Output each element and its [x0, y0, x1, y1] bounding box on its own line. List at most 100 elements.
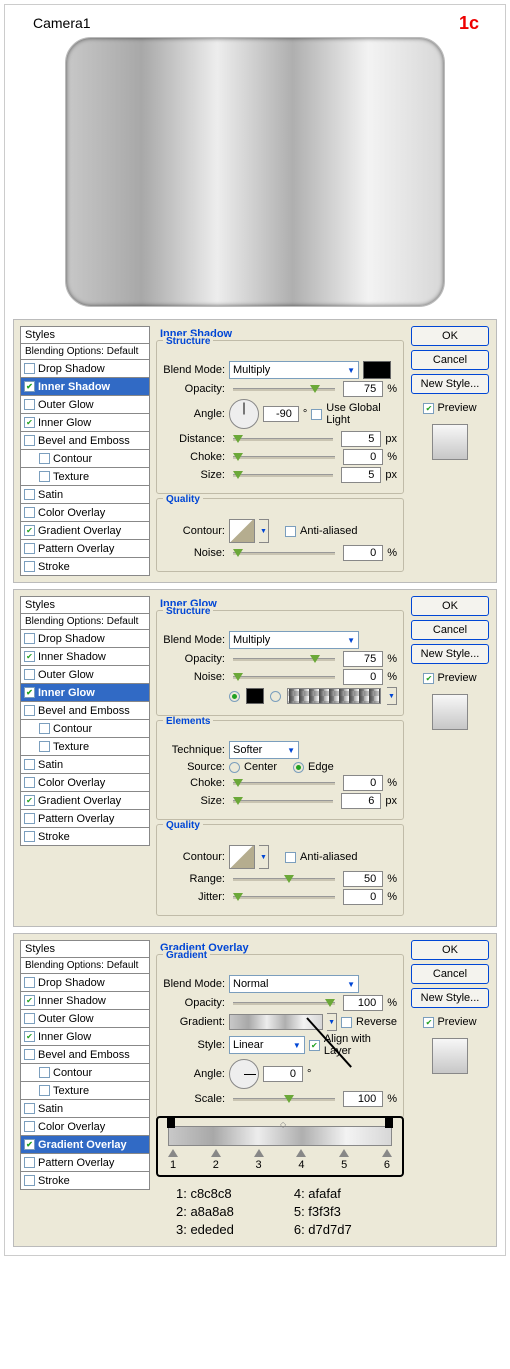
newStyle-button[interactable]: New Style... [411, 988, 489, 1008]
style-checkbox[interactable] [24, 633, 35, 644]
glow-gradient-dropdown[interactable]: ▼ [387, 687, 397, 705]
cancel-button[interactable]: Cancel [411, 350, 489, 370]
style-checkbox[interactable] [39, 453, 50, 464]
style-checkbox[interactable] [24, 669, 35, 680]
style-checkbox[interactable] [39, 1067, 50, 1078]
midpoint-diamond[interactable]: ◇ [280, 1120, 286, 1129]
style-checkbox[interactable] [24, 977, 35, 988]
cancel-button[interactable]: Cancel [411, 620, 489, 640]
opacity-slider[interactable] [233, 388, 335, 391]
style-item-pattern-overlay[interactable]: Pattern Overlay [20, 810, 150, 828]
contour-picker[interactable] [229, 845, 255, 869]
style-item-texture[interactable]: Texture [20, 468, 150, 486]
style-item-pattern-overlay[interactable]: Pattern Overlay [20, 540, 150, 558]
gradient-stop[interactable]: 5 [339, 1149, 349, 1171]
style-item-gradient-overlay[interactable]: ✔Gradient Overlay [20, 1136, 150, 1154]
gradient-dropdown[interactable]: ▼ [327, 1013, 337, 1031]
style-checkbox[interactable]: ✔ [24, 651, 35, 662]
style-checkbox[interactable] [24, 507, 35, 518]
gradient-stop[interactable]: 1 [168, 1149, 178, 1171]
blending-options[interactable]: Blending Options: Default [20, 958, 150, 974]
style-checkbox[interactable]: ✔ [24, 1139, 35, 1150]
angle-input[interactable]: -90 [263, 406, 299, 422]
noise-input[interactable]: 0 [343, 545, 383, 561]
style-checkbox[interactable]: ✔ [24, 687, 35, 698]
style-checkbox[interactable] [24, 543, 35, 554]
opacity-stop[interactable] [167, 1118, 175, 1128]
style-item-contour[interactable]: Contour [20, 720, 150, 738]
style-item-bevel-and-emboss[interactable]: Bevel and Emboss [20, 702, 150, 720]
style-checkbox[interactable] [24, 435, 35, 446]
opacity-slider[interactable] [233, 658, 335, 661]
style-checkbox[interactable]: ✔ [24, 995, 35, 1006]
choke-input[interactable]: 0 [343, 775, 383, 791]
style-item-inner-glow[interactable]: ✔Inner Glow [20, 414, 150, 432]
choke-input[interactable]: 0 [343, 449, 383, 465]
preview-toggle[interactable]: ✔Preview [423, 402, 476, 414]
preview-checkbox[interactable]: ✔ [423, 673, 434, 684]
style-item-stroke[interactable]: Stroke [20, 828, 150, 846]
style-item-contour[interactable]: Contour [20, 450, 150, 468]
style-checkbox[interactable] [24, 831, 35, 842]
blend-mode-select[interactable]: Multiply▼ [229, 631, 359, 649]
style-item-pattern-overlay[interactable]: Pattern Overlay [20, 1154, 150, 1172]
distance-slider[interactable] [233, 438, 333, 441]
style-checkbox[interactable] [24, 489, 35, 500]
technique-select[interactable]: Softer▼ [229, 741, 299, 759]
style-item-color-overlay[interactable]: Color Overlay [20, 1118, 150, 1136]
contour-picker[interactable] [229, 519, 255, 543]
newStyle-button[interactable]: New Style... [411, 644, 489, 664]
noise-slider[interactable] [233, 552, 335, 555]
cancel-button[interactable]: Cancel [411, 964, 489, 984]
style-item-color-overlay[interactable]: Color Overlay [20, 774, 150, 792]
style-checkbox[interactable] [24, 561, 35, 572]
style-item-gradient-overlay[interactable]: ✔Gradient Overlay [20, 792, 150, 810]
source-edge-radio[interactable] [293, 762, 304, 773]
style-item-inner-shadow[interactable]: ✔Inner Shadow [20, 378, 150, 396]
jitter-slider[interactable] [233, 896, 335, 899]
style-item-drop-shadow[interactable]: Drop Shadow [20, 360, 150, 378]
style-item-texture[interactable]: Texture [20, 738, 150, 756]
noise-slider[interactable] [233, 676, 335, 679]
style-checkbox[interactable] [24, 1121, 35, 1132]
size-input[interactable]: 6 [341, 793, 381, 809]
blending-options[interactable]: Blending Options: Default [20, 344, 150, 360]
gradient-stop[interactable]: 6 [382, 1149, 392, 1171]
style-item-drop-shadow[interactable]: Drop Shadow [20, 974, 150, 992]
scale-input[interactable]: 100 [343, 1091, 383, 1107]
ok-button[interactable]: OK [411, 596, 489, 616]
contour-dropdown[interactable]: ▼ [259, 845, 269, 869]
angle-dial[interactable] [229, 1059, 259, 1089]
style-item-inner-glow[interactable]: ✔Inner Glow [20, 1028, 150, 1046]
global-light-checkbox[interactable] [311, 409, 322, 420]
range-input[interactable]: 50 [343, 871, 383, 887]
shadow-color-swatch[interactable] [363, 361, 391, 379]
contour-dropdown[interactable]: ▼ [259, 519, 269, 543]
blending-options[interactable]: Blending Options: Default [20, 614, 150, 630]
style-checkbox[interactable] [24, 1157, 35, 1168]
style-checkbox[interactable]: ✔ [24, 417, 35, 428]
style-item-outer-glow[interactable]: Outer Glow [20, 1010, 150, 1028]
style-checkbox[interactable] [39, 471, 50, 482]
style-checkbox[interactable] [24, 1175, 35, 1186]
noise-input[interactable]: 0 [343, 669, 383, 685]
ok-button[interactable]: OK [411, 326, 489, 346]
style-item-drop-shadow[interactable]: Drop Shadow [20, 630, 150, 648]
preview-checkbox[interactable]: ✔ [423, 403, 434, 414]
gradient-editor[interactable]: ◇ 1 2 3 4 5 6 [156, 1116, 404, 1177]
blend-mode-select[interactable]: Multiply▼ [229, 361, 359, 379]
range-slider[interactable] [233, 878, 335, 881]
style-checkbox[interactable] [24, 813, 35, 824]
gradient-stop[interactable]: 3 [254, 1149, 264, 1171]
style-item-satin[interactable]: Satin [20, 1100, 150, 1118]
gradient-stop[interactable]: 2 [211, 1149, 221, 1171]
newStyle-button[interactable]: New Style... [411, 374, 489, 394]
style-checkbox[interactable] [24, 777, 35, 788]
style-item-stroke[interactable]: Stroke [20, 1172, 150, 1190]
gradient-stop[interactable]: 4 [296, 1149, 306, 1171]
style-item-outer-glow[interactable]: Outer Glow [20, 666, 150, 684]
style-item-bevel-and-emboss[interactable]: Bevel and Emboss [20, 1046, 150, 1064]
style-checkbox[interactable]: ✔ [24, 381, 35, 392]
distance-input[interactable]: 5 [341, 431, 381, 447]
antialiased-checkbox[interactable] [285, 852, 296, 863]
